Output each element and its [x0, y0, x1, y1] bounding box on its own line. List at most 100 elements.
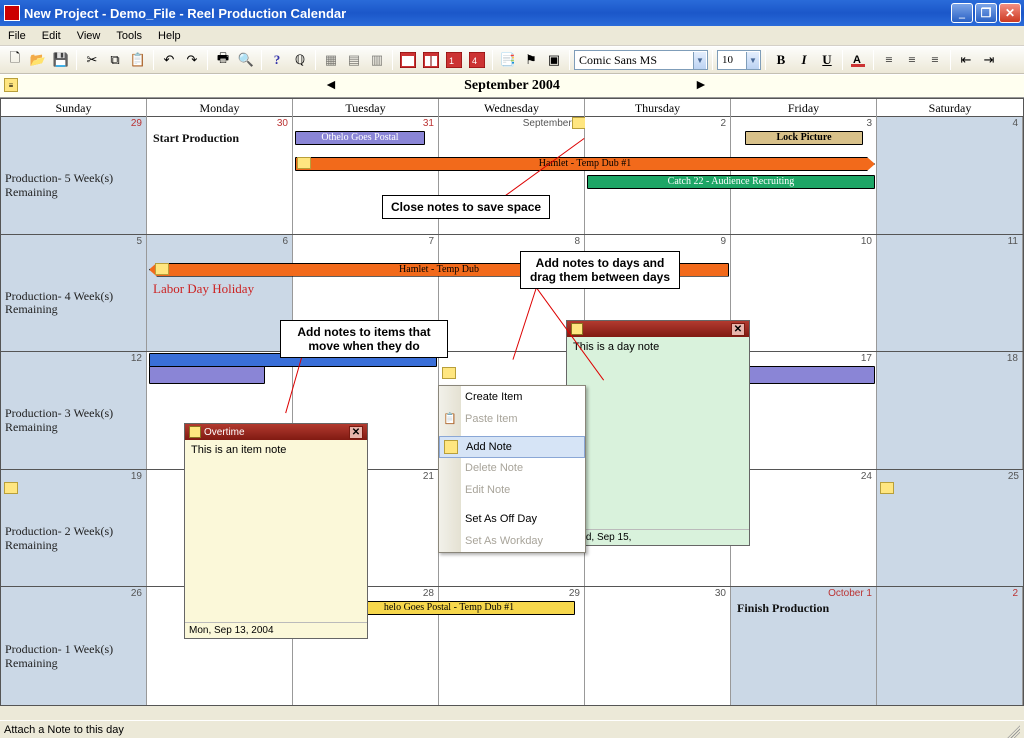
- svg-text:1: 1: [449, 56, 454, 66]
- whatsthis-button[interactable]: ℚ: [289, 49, 311, 71]
- window-title: New Project - Demo_File - Reel Productio…: [24, 6, 950, 21]
- day-cell[interactable]: 12 Production- 3 Week(s) Remaining: [1, 352, 147, 469]
- chevron-down-icon: ▼: [746, 52, 759, 69]
- day-cell[interactable]: 4: [877, 117, 1023, 234]
- day-cell[interactable]: 10: [731, 235, 877, 352]
- day-number: 2: [720, 118, 726, 129]
- event-bar[interactable]: [733, 366, 875, 384]
- print-button[interactable]: 🖶: [212, 49, 234, 71]
- notes-button[interactable]: 📑: [497, 49, 519, 71]
- bold-button[interactable]: B: [770, 49, 792, 71]
- save-button[interactable]: 💾: [50, 49, 72, 71]
- event-bar[interactable]: Hamlet - Temp Dub #1: [295, 157, 875, 171]
- note-icon: [189, 426, 201, 438]
- indent-inc-button[interactable]: ⇥: [978, 49, 1000, 71]
- note-close-button[interactable]: ✕: [349, 426, 363, 439]
- size-combo[interactable]: 10 ▼: [717, 50, 761, 70]
- day-number: 30: [277, 118, 288, 129]
- day-cell[interactable]: 30: [585, 587, 731, 705]
- cal2-button[interactable]: [420, 49, 442, 71]
- day-cell[interactable]: 5 Production- 4 Week(s) Remaining: [1, 235, 147, 352]
- paste-button[interactable]: 📋: [127, 49, 149, 71]
- indent-dec-button[interactable]: ⇤: [955, 49, 977, 71]
- view-c-button[interactable]: ▥: [366, 49, 388, 71]
- cal1-button[interactable]: [397, 49, 419, 71]
- note-icon[interactable]: [572, 117, 586, 129]
- redo-button[interactable]: ↷: [181, 49, 203, 71]
- event-bar[interactable]: Catch 22 - Audience Recruiting: [587, 175, 875, 189]
- window-close-button[interactable]: ✕: [999, 3, 1021, 23]
- window-minimize-button[interactable]: _: [951, 3, 973, 23]
- align-center-button[interactable]: ≡: [901, 49, 923, 71]
- menu-help[interactable]: Help: [150, 28, 189, 44]
- day-number: 25: [1008, 471, 1019, 482]
- day-cell[interactable]: 2: [877, 587, 1023, 705]
- note-body[interactable]: This is an item note: [185, 440, 367, 622]
- stamp-button[interactable]: ▣: [543, 49, 565, 71]
- cal3-button[interactable]: 1: [443, 49, 465, 71]
- day-cell[interactable]: October 1 Finish Production: [731, 587, 877, 705]
- cell-text: Labor Day Holiday: [153, 281, 254, 297]
- font-combo[interactable]: Comic Sans MS ▼: [574, 50, 708, 70]
- preview-button[interactable]: 🔍: [235, 49, 257, 71]
- event-bar[interactable]: Lock Picture: [745, 131, 863, 145]
- open-button[interactable]: 📂: [27, 49, 49, 71]
- day-number: 18: [1007, 353, 1018, 364]
- italic-button[interactable]: I: [793, 49, 815, 71]
- ctx-set-off-day[interactable]: Set As Off Day: [439, 508, 585, 530]
- align-right-button[interactable]: ≡: [924, 49, 946, 71]
- day-number: 2: [1012, 588, 1018, 599]
- event-bar[interactable]: [149, 366, 265, 384]
- day-note-panel[interactable]: ✕ This is a day note Wed, Sep 15,: [566, 320, 750, 546]
- note-titlebar[interactable]: ✕: [567, 321, 749, 337]
- cal4-button[interactable]: 4: [466, 49, 488, 71]
- copy-button[interactable]: ⧉: [104, 49, 126, 71]
- day-cell[interactable]: 24: [731, 470, 877, 587]
- day-header-thu: Thursday: [585, 99, 731, 117]
- note-icon[interactable]: [4, 482, 18, 494]
- day-cell[interactable]: 29 Production- 5 Week(s) Remaining: [1, 117, 147, 234]
- note-titlebar[interactable]: Overtime ✕: [185, 424, 367, 440]
- view-a-button[interactable]: ▦: [320, 49, 342, 71]
- align-left-button[interactable]: ≡: [878, 49, 900, 71]
- note-icon[interactable]: [442, 367, 456, 379]
- note-icon[interactable]: [155, 263, 169, 275]
- prev-month-button[interactable]: ◄: [324, 78, 338, 94]
- view-b-button[interactable]: ▤: [343, 49, 365, 71]
- day-cell[interactable]: 11: [877, 235, 1023, 352]
- item-note-panel[interactable]: Overtime ✕ This is an item note Mon, Sep…: [184, 423, 368, 639]
- underline-button[interactable]: U: [816, 49, 838, 71]
- flag-button[interactable]: ⚑: [520, 49, 542, 71]
- day-number: October 1: [828, 588, 872, 599]
- menu-file[interactable]: File: [0, 28, 34, 44]
- cut-button[interactable]: ✂: [81, 49, 103, 71]
- row-label: Production- 4 Week(s) Remaining: [5, 290, 145, 318]
- new-button[interactable]: 🗋: [4, 49, 26, 71]
- day-cell[interactable]: 19 Production- 2 Week(s) Remaining: [1, 470, 147, 587]
- event-bar[interactable]: Othelo Goes Postal: [295, 131, 425, 145]
- help-button[interactable]: ?: [266, 49, 288, 71]
- day-number: 12: [131, 353, 142, 364]
- note-close-button[interactable]: ✕: [731, 323, 745, 336]
- day-header-wed: Wednesday: [439, 99, 585, 117]
- day-cell[interactable]: 25: [877, 470, 1023, 587]
- day-number: 5: [136, 236, 142, 247]
- ctx-create-item[interactable]: Create Item: [439, 386, 585, 408]
- day-cell[interactable]: 30 Start Production: [147, 117, 293, 234]
- note-icon[interactable]: [880, 482, 894, 494]
- window-maximize-button[interactable]: ❐: [975, 3, 997, 23]
- ctx-add-note[interactable]: Add Note: [439, 436, 585, 458]
- undo-button[interactable]: ↶: [158, 49, 180, 71]
- day-cell[interactable]: 6 Labor Day Holiday: [147, 235, 293, 352]
- menu-view[interactable]: View: [69, 28, 109, 44]
- svg-text:4: 4: [472, 56, 477, 66]
- next-month-button[interactable]: ►: [694, 78, 708, 94]
- menu-edit[interactable]: Edit: [34, 28, 69, 44]
- day-cell[interactable]: 26 Production- 1 Week(s) Remaining: [1, 587, 147, 705]
- note-icon[interactable]: ≡: [4, 78, 18, 92]
- fontcolor-button[interactable]: A: [847, 49, 869, 71]
- note-icon[interactable]: [297, 157, 311, 169]
- menu-tools[interactable]: Tools: [108, 28, 150, 44]
- resize-grip[interactable]: [1004, 722, 1020, 738]
- day-cell[interactable]: 18: [877, 352, 1023, 469]
